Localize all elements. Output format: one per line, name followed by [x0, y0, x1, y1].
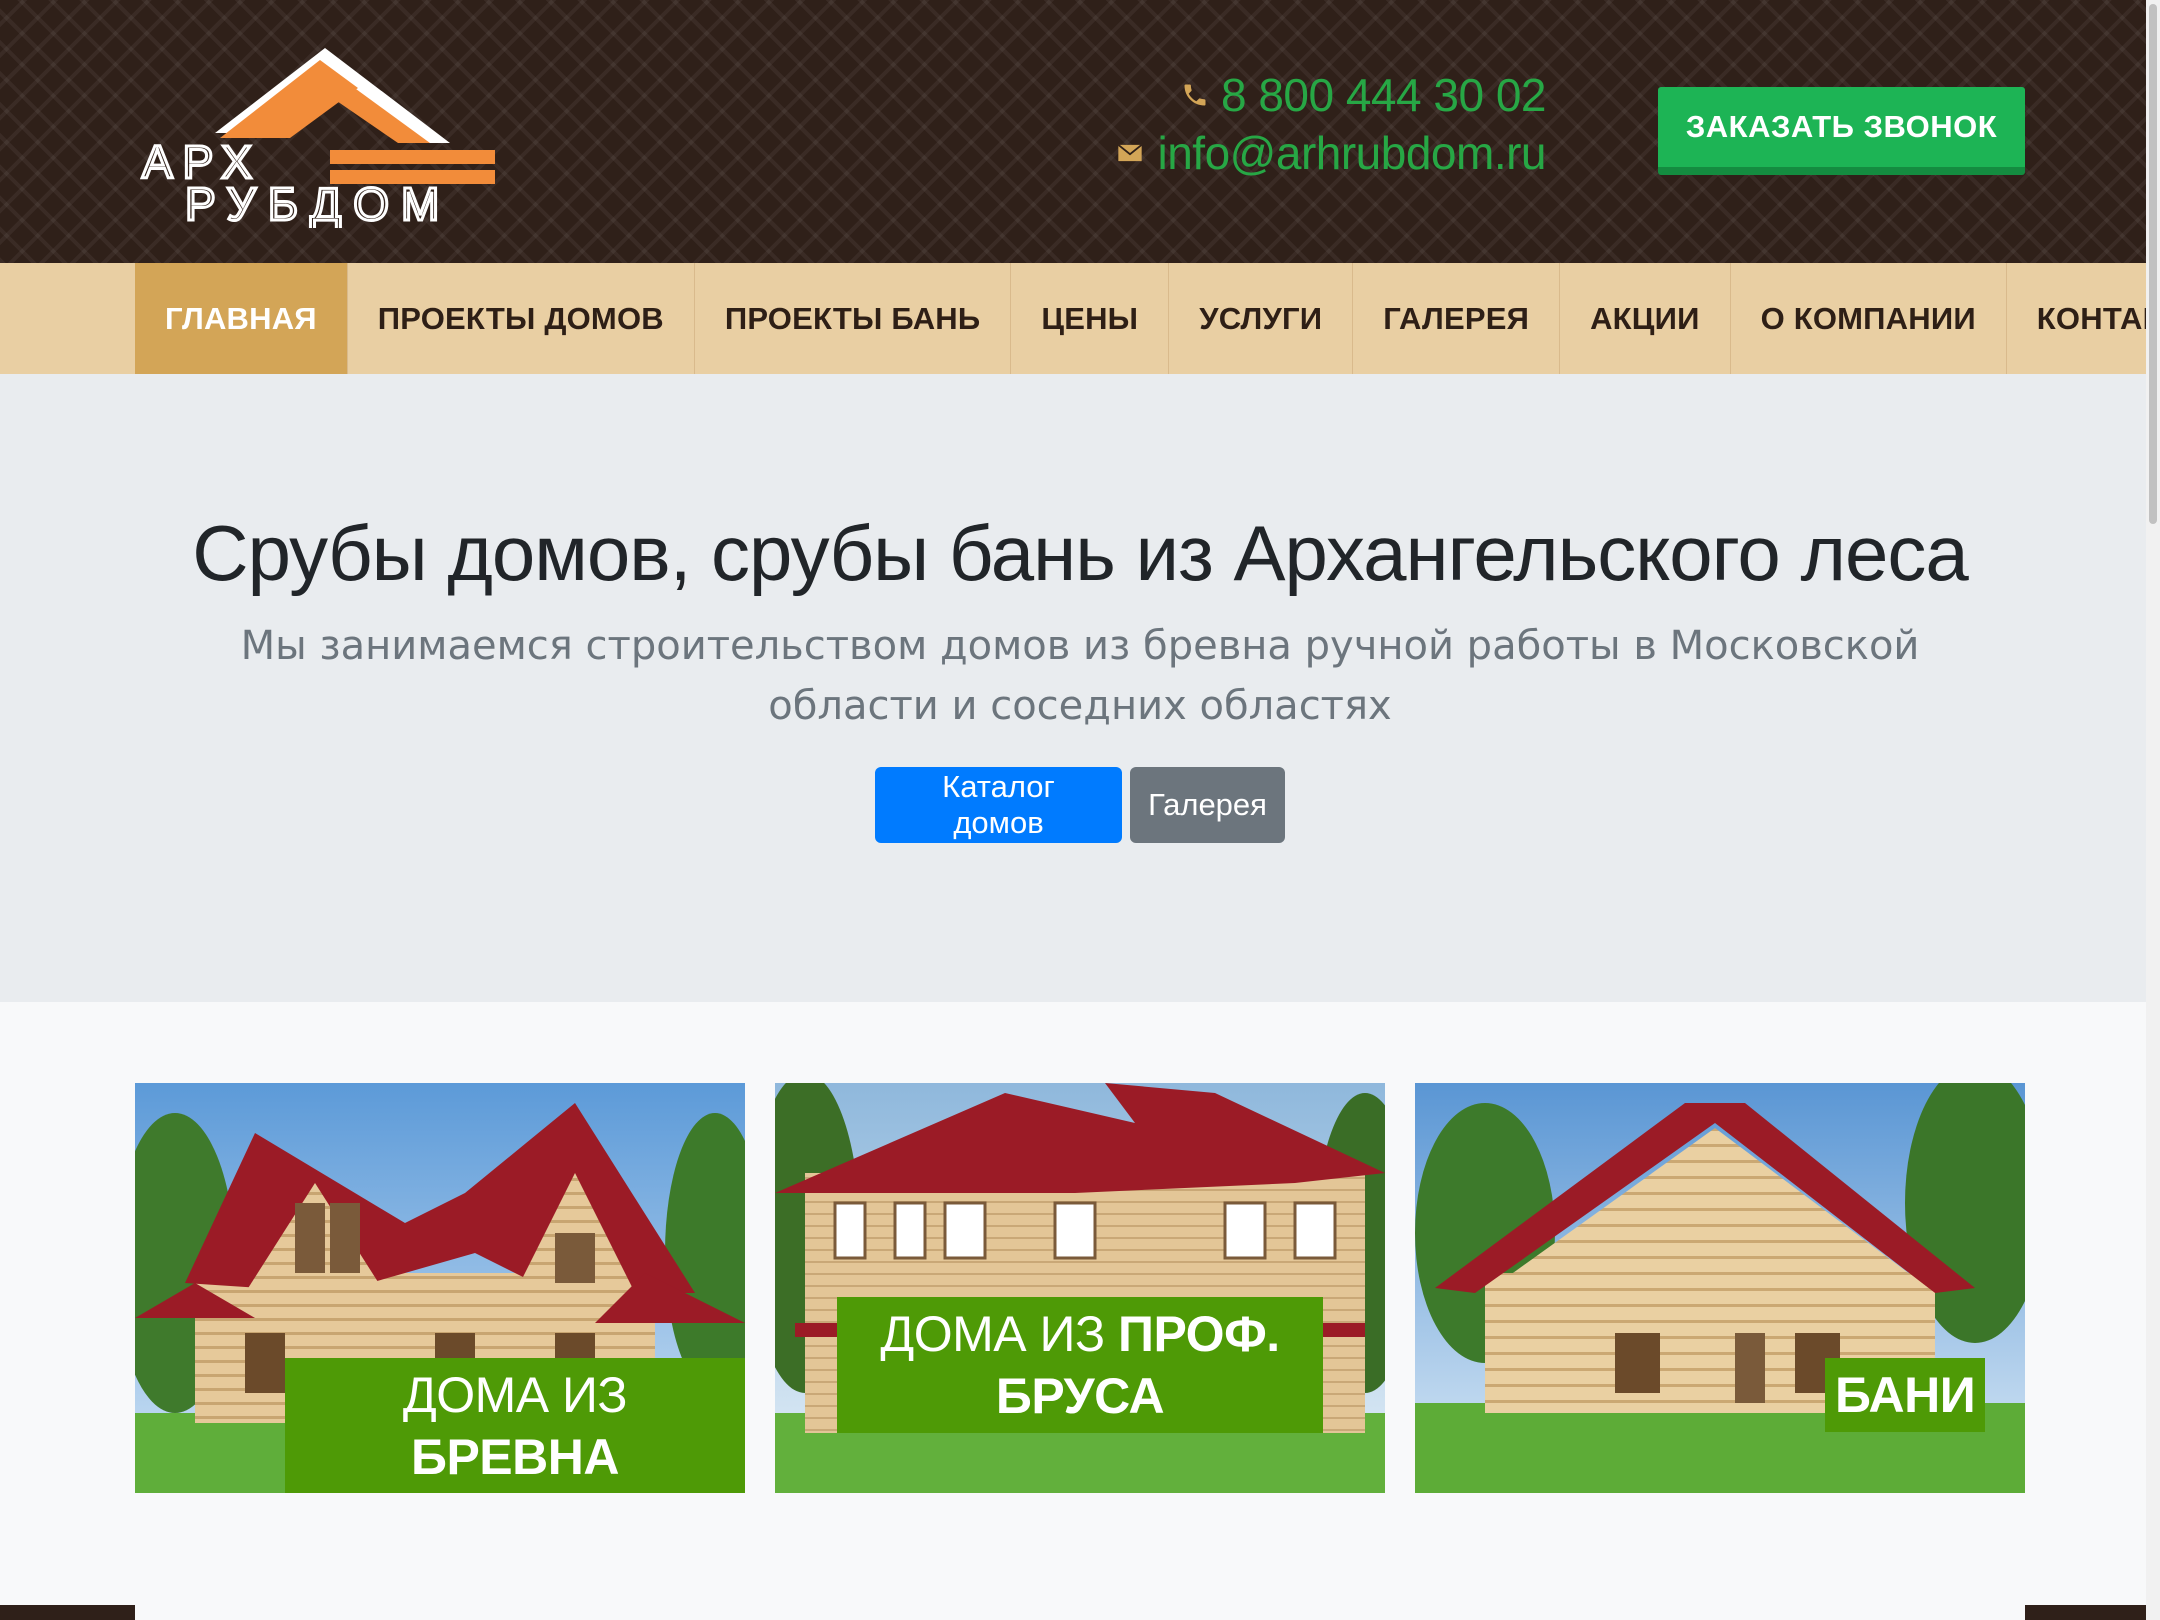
nav-item-home[interactable]: ГЛАВНАЯ [135, 263, 348, 374]
email-address[interactable]: info@arhrubdom.ru [1158, 124, 1547, 182]
card-label-bathhouses: БАНИ [1825, 1358, 1986, 1432]
order-call-button[interactable]: ЗАКАЗАТЬ ЗВОНОК [1658, 87, 2025, 175]
card-label-bold: БАНИ [1835, 1367, 1976, 1423]
footer-edge-left [0, 1605, 135, 1620]
nav-item-services[interactable]: УСЛУГИ [1169, 263, 1354, 374]
envelope-icon [1117, 144, 1142, 162]
contacts-block: 8 800 444 30 02 info@arhrubdom.ru [1114, 66, 1547, 182]
page-scrollbar[interactable] [2146, 0, 2160, 1620]
card-label-log-houses: ДОМА ИЗ БРЕВНА [285, 1358, 745, 1493]
nav-item-gallery[interactable]: ГАЛЕРЕЯ [1353, 263, 1561, 374]
nav-item-bath-projects[interactable]: ПРОЕКТЫ БАНЬ [695, 263, 1012, 374]
nav-item-contacts[interactable]: КОНТАКТЫ [2007, 263, 2160, 374]
hero-jumbotron: Срубы домов, срубы бань из Архангельског… [0, 374, 2160, 1002]
card-label-bold: БРЕВНА [411, 1429, 619, 1485]
card-label-thin: ДОМА ИЗ [402, 1367, 628, 1423]
gallery-button[interactable]: Галерея [1130, 767, 1285, 843]
scrollbar-thumb[interactable] [2149, 4, 2157, 524]
logo-text-bottom: РУБДОМ [185, 178, 451, 228]
email-line[interactable]: info@arhrubdom.ru [1114, 124, 1547, 182]
phone-number[interactable]: 8 800 444 30 02 [1221, 66, 1547, 124]
card-bathhouses[interactable]: БАНИ [1415, 1083, 2025, 1493]
main-nav: ГЛАВНАЯ ПРОЕКТЫ ДОМОВ ПРОЕКТЫ БАНЬ ЦЕНЫ … [0, 263, 2160, 374]
hero-subtitle: Мы занимаемся строительством домов из бр… [240, 623, 1920, 729]
nav-item-house-projects[interactable]: ПРОЕКТЫ ДОМОВ [348, 263, 695, 374]
nav-item-prices[interactable]: ЦЕНЫ [1011, 263, 1170, 374]
page: АРХ РУБДОМ 8 800 444 30 02 info@arhrubdo… [0, 0, 2160, 1620]
company-logo[interactable]: АРХ РУБДОМ [140, 48, 575, 228]
category-cards: ДОМА ИЗ БРЕВНА ДОМА ИЗ ПРОФ. БРУСА БАНИ [135, 1083, 2025, 1493]
card-label-timber-houses: ДОМА ИЗ ПРОФ. БРУСА [837, 1297, 1323, 1433]
site-header: АРХ РУБДОМ 8 800 444 30 02 info@arhrubdo… [0, 0, 2160, 263]
nav-item-promotions[interactable]: АКЦИИ [1560, 263, 1731, 374]
phone-icon [1184, 84, 1206, 106]
card-timber-houses[interactable]: ДОМА ИЗ ПРОФ. БРУСА [775, 1083, 1385, 1493]
footer-edge-right [2025, 1605, 2146, 1620]
catalog-button[interactable]: Каталог домов [875, 767, 1122, 843]
hero-buttons: Каталог домов Галерея [0, 767, 2160, 843]
hero-title: Срубы домов, срубы бань из Архангельског… [192, 509, 1968, 597]
card-log-houses[interactable]: ДОМА ИЗ БРЕВНА [135, 1083, 745, 1493]
card-label-thin: ДОМА ИЗ [880, 1306, 1119, 1362]
phone-line[interactable]: 8 800 444 30 02 [1114, 66, 1547, 124]
nav-item-about[interactable]: О КОМПАНИИ [1731, 263, 2007, 374]
